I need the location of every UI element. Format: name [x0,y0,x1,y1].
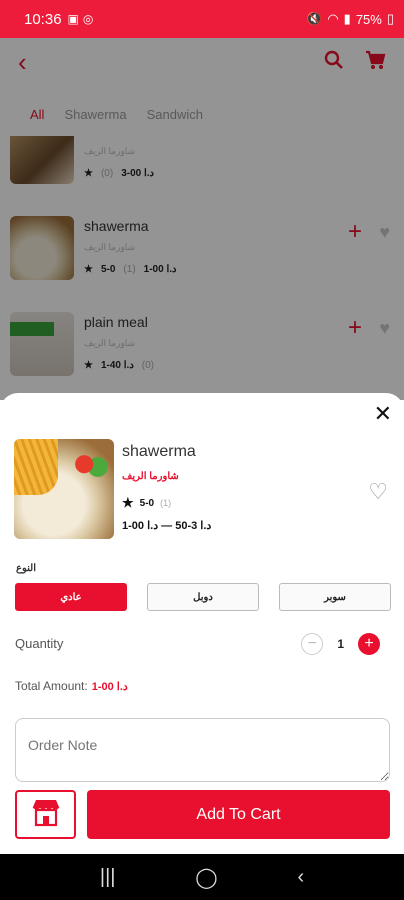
status-bar: 10:36 ▣ ◎ 🔇 ◠ ▮ 75% ▯ [0,0,404,38]
option-double[interactable]: دوبل [147,583,259,611]
option-super[interactable]: سوبر [279,583,391,611]
status-time: 10:36 [24,10,62,28]
star-icon: ★ [122,495,134,510]
rating-count: (1) [160,498,172,508]
quantity-stepper: − 1 + [301,633,380,655]
increase-quantity-button[interactable]: + [358,633,380,655]
whatsapp-icon: ◎ [82,12,94,26]
total-value: 1-00 د.ا [91,680,128,693]
battery-level: 75% [355,11,382,27]
mute-icon: 🔇 [306,11,323,26]
modal-backdrop[interactable] [0,38,404,400]
favorite-heart-icon[interactable]: ♡ [368,479,388,505]
wifi-icon: ◠ [327,11,339,26]
decrease-quantity-button[interactable]: − [301,633,324,655]
rating-value: 5-0 [139,497,155,509]
product-bottom-sheet: ✕ shawerma شاورما الريف ★ 5-0 (1) 1-00 د… [0,393,404,854]
quantity-value: 1 [337,637,344,651]
product-rating: ★ 5-0 (1) [122,495,171,511]
fries-image-part [14,439,58,495]
store-button[interactable] [15,790,76,839]
home-icon[interactable]: ◯ [195,865,217,890]
notification-icons: ▣ ◎ [68,12,94,26]
product-restaurant: شاورما الريف [122,471,179,482]
store-icon [30,797,62,832]
product-image [14,439,114,539]
signal-icon: ▮ [343,11,351,26]
battery-icon: ▯ [386,11,394,26]
vegetables-image-part [74,453,108,481]
gallery-icon: ▣ [67,12,79,26]
order-note-input[interactable] [15,718,390,782]
close-icon[interactable]: ✕ [374,401,392,427]
system-navigation-bar: ||| ◯ ‹ [0,854,404,900]
recent-apps-icon[interactable]: ||| [100,866,116,889]
total-label: Total Amount: [15,679,88,693]
back-icon[interactable]: ‹ [297,866,304,889]
system-icons: 🔇 ◠ ▮ 75% ▯ [306,11,394,27]
total-amount: Total Amount: 1-00 د.ا [15,679,128,693]
option-group-label: النوع [16,563,36,574]
add-to-cart-button[interactable]: Add To Cart [87,790,390,839]
quantity-label: Quantity [15,636,64,651]
product-name: shawerma [122,443,196,460]
product-price-range: 1-00 د.ا 3-50 — د.ا [122,520,212,532]
option-regular[interactable]: عادي [15,583,127,611]
option-group: عادي دوبل سوبر [15,583,391,611]
